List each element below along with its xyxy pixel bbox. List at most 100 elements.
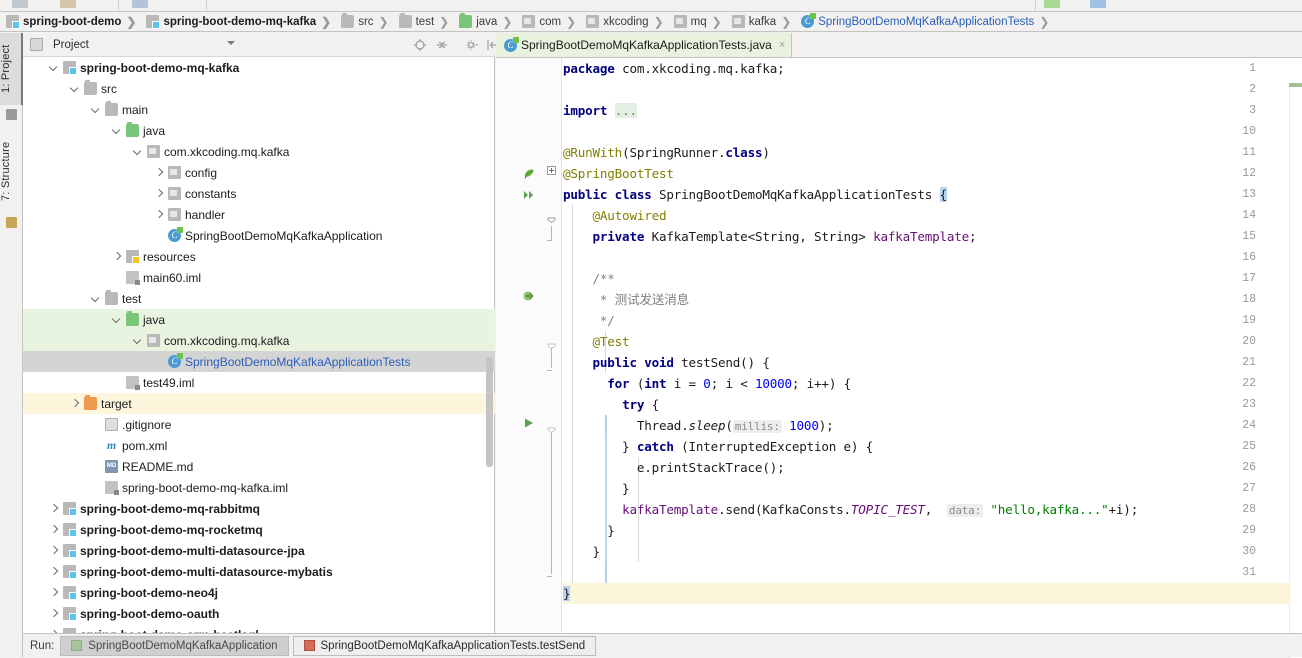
run-class-icon[interactable] bbox=[522, 188, 536, 202]
source-code[interactable]: package com.xkcoding.mq.kafka; import ...… bbox=[563, 58, 1302, 633]
class-icon: C bbox=[168, 227, 183, 242]
chevron-right-icon[interactable] bbox=[50, 609, 59, 618]
module-icon bbox=[63, 61, 77, 75]
toolbar-icon-run[interactable] bbox=[1044, 0, 1060, 8]
tree-row--gitignore[interactable]: .gitignore bbox=[23, 414, 495, 435]
tree-row-constants[interactable]: constants bbox=[23, 183, 495, 204]
tree-row-spring-boot-demo-mq-kafka-iml[interactable]: spring-boot-demo-mq-kafka.iml bbox=[23, 477, 495, 498]
test-config-icon bbox=[303, 640, 315, 651]
settings-gear-icon[interactable] bbox=[465, 38, 479, 52]
tree-row-com-xkcoding-mq-kafka[interactable]: com.xkcoding.mq.kafka bbox=[23, 330, 495, 351]
tree-row-readme-md[interactable]: MD README.md bbox=[23, 456, 495, 477]
tree-row-config[interactable]: config bbox=[23, 162, 495, 183]
fold-marker-javadoc[interactable] bbox=[547, 336, 556, 350]
chevron-right-icon: ❯ bbox=[1039, 14, 1050, 29]
run-tab-application[interactable]: SpringBootDemoMqKafkaApplication bbox=[60, 635, 289, 656]
chevron-down-icon[interactable] bbox=[92, 294, 101, 303]
chevron-down-icon[interactable] bbox=[50, 63, 59, 72]
chevron-down-icon[interactable] bbox=[92, 105, 101, 114]
tree-row-test[interactable]: test bbox=[23, 288, 495, 309]
tree-row-java[interactable]: java bbox=[23, 309, 495, 330]
chevron-right-icon[interactable] bbox=[50, 525, 59, 534]
breadcrumb-item-spring-boot-demo-mq-kafka[interactable]: spring-boot-demo-mq-kafka ❯ bbox=[140, 12, 335, 32]
tree-row-target[interactable]: target bbox=[23, 393, 495, 414]
breadcrumb-item-spring-boot-demo[interactable]: spring-boot-demo ❯ bbox=[0, 12, 140, 32]
tree-row-label: com.xkcoding.mq.kafka bbox=[164, 333, 290, 348]
project-tree[interactable]: spring-boot-demo-mq-kafka src main java com.… bbox=[23, 57, 495, 633]
chevron-down-icon[interactable] bbox=[71, 84, 80, 93]
spring-bean-autowired-icon[interactable] bbox=[522, 290, 536, 304]
chevron-down-icon[interactable] bbox=[134, 336, 143, 345]
inspection-gutter[interactable] bbox=[1289, 83, 1302, 658]
fold-marker-method[interactable] bbox=[547, 420, 556, 434]
chevron-right-icon[interactable] bbox=[155, 189, 164, 198]
chevron-down-icon[interactable] bbox=[134, 147, 143, 156]
collapse-all-icon[interactable] bbox=[435, 38, 449, 52]
chevron-down-icon[interactable] bbox=[113, 126, 122, 135]
tree-scrollbar[interactable] bbox=[486, 357, 493, 467]
main-toolbar-strip bbox=[0, 0, 1302, 12]
fold-region-line bbox=[551, 348, 552, 368]
current-line-highlight bbox=[563, 583, 1302, 604]
tree-row-spring-boot-demo-neo4j[interactable]: spring-boot-demo-neo4j bbox=[23, 582, 495, 603]
breadcrumb-item-java[interactable]: java ❯ bbox=[453, 12, 516, 32]
chevron-right-icon[interactable] bbox=[113, 252, 122, 261]
tool-window-strip-left: 1: Project 7: Structure bbox=[0, 33, 23, 657]
toolbar-icon-debug[interactable] bbox=[1090, 0, 1106, 8]
tree-row-spring-boot-demo-multi-datasource-mybatis[interactable]: spring-boot-demo-multi-datasource-mybati… bbox=[23, 561, 495, 582]
tree-row-main[interactable]: main bbox=[23, 99, 495, 120]
chevron-right-icon[interactable] bbox=[50, 567, 59, 576]
tree-row-pom-xml[interactable]: m pom.xml bbox=[23, 435, 495, 456]
chevron-right-icon[interactable] bbox=[50, 588, 59, 597]
run-method-icon[interactable] bbox=[522, 416, 536, 430]
chevron-right-icon[interactable] bbox=[50, 504, 59, 513]
tree-row-springbootdemomqkafkaapplication[interactable]: C SpringBootDemoMqKafkaApplication bbox=[23, 225, 495, 246]
breadcrumb-item-test[interactable]: test ❯ bbox=[393, 12, 454, 32]
project-tool-window: Project spring-boot-demo-mq-kafka src main… bbox=[23, 33, 496, 633]
tree-row-handler[interactable]: handler bbox=[23, 204, 495, 225]
code-view[interactable]: 1 2 3 10 11 12 13 14 15 16 17 18 19 20 21 22 23 24 25 26 27 2… bbox=[496, 58, 1302, 658]
tree-row-spring-boot-demo-multi-datasource-jpa[interactable]: spring-boot-demo-multi-datasource-jpa bbox=[23, 540, 495, 561]
chevron-down-icon[interactable] bbox=[227, 41, 235, 45]
breadcrumb-item-mq[interactable]: mq ❯ bbox=[668, 12, 726, 32]
toolbar-icon-group[interactable] bbox=[12, 0, 28, 8]
tool-tab-structure[interactable]: 7: Structure bbox=[0, 129, 23, 213]
tool-tab-project[interactable]: 1: Project bbox=[0, 33, 23, 105]
editor-tab-label: SpringBootDemoMqKafkaApplicationTests.ja… bbox=[521, 38, 772, 52]
tree-row-spring-boot-demo-oauth[interactable]: spring-boot-demo-oauth bbox=[23, 603, 495, 624]
breadcrumb-item-class[interactable]: C SpringBootDemoMqKafkaApplicationTests … bbox=[795, 12, 1053, 32]
chevron-right-icon[interactable] bbox=[155, 210, 164, 219]
tree-row-main60-iml[interactable]: main60.iml bbox=[23, 267, 495, 288]
fold-marker-import[interactable] bbox=[547, 166, 556, 175]
tree-row-resources[interactable]: resources bbox=[23, 246, 495, 267]
tree-row-spring-boot-demo-mq-rabbitmq[interactable]: spring-boot-demo-mq-rabbitmq bbox=[23, 498, 495, 519]
breadcrumb-item-com[interactable]: com ❯ bbox=[516, 12, 580, 32]
chevron-down-icon[interactable] bbox=[113, 315, 122, 324]
tree-row-java[interactable]: java bbox=[23, 120, 495, 141]
editor-tab-active[interactable]: C SpringBootDemoMqKafkaApplicationTests.… bbox=[496, 33, 793, 57]
locate-icon[interactable] bbox=[413, 38, 427, 52]
tree-row-label: spring-boot-demo-mq-rabbitmq bbox=[80, 501, 260, 516]
close-icon[interactable]: × bbox=[779, 39, 785, 51]
toolbar-icon-open[interactable] bbox=[60, 0, 76, 8]
tree-row-spring-boot-demo-mq-rocketmq[interactable]: spring-boot-demo-mq-rocketmq bbox=[23, 519, 495, 540]
chevron-right-icon[interactable] bbox=[71, 399, 80, 408]
tree-row-src[interactable]: src bbox=[23, 78, 495, 99]
breadcrumb-item-kafka[interactable]: kafka ❯ bbox=[726, 12, 796, 32]
breadcrumb-item-src[interactable]: src ❯ bbox=[335, 12, 392, 32]
run-tab-test[interactable]: SpringBootDemoMqKafkaApplicationTests.te… bbox=[292, 635, 597, 656]
tree-row-spring-boot-demo-orm-beetlsql[interactable]: spring-boot-demo-orm-beetlsql bbox=[23, 624, 495, 633]
tree-row-com-xkcoding-mq-kafka[interactable]: com.xkcoding.mq.kafka bbox=[23, 141, 495, 162]
tree-row-spring-boot-demo-mq-kafka[interactable]: spring-boot-demo-mq-kafka bbox=[23, 57, 495, 78]
tree-row-springbootdemomqkafkaapplicationtests[interactable]: C SpringBootDemoMqKafkaApplicationTests bbox=[23, 351, 495, 372]
fold-marker-class-start[interactable] bbox=[547, 210, 556, 224]
spring-leaf-icon[interactable] bbox=[522, 167, 536, 181]
toolbar-icon-save[interactable] bbox=[132, 0, 148, 8]
chevron-right-icon[interactable] bbox=[50, 546, 59, 555]
breadcrumb-item-xkcoding[interactable]: xkcoding ❯ bbox=[580, 12, 667, 32]
tree-row-test49-iml[interactable]: test49.iml bbox=[23, 372, 495, 393]
chevron-right-icon[interactable] bbox=[155, 168, 164, 177]
